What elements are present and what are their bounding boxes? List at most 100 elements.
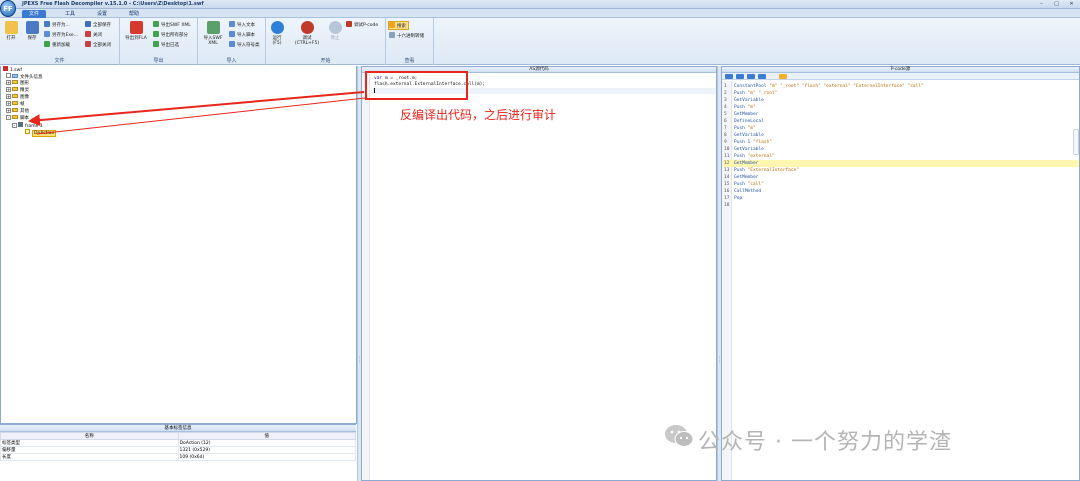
table-cell: 1321 (0x529) [177,446,356,454]
close-all-button[interactable]: 全部关闭 [85,41,111,50]
pcode-toolbar [722,73,1079,80]
folder-icon [12,80,18,84]
expand-toggle-icon[interactable] [6,73,11,78]
bug-icon [300,21,314,34]
debug-pcode-label: 调试P-code [354,23,379,28]
import-script-icon [229,31,235,37]
debug-pcode-icon [346,21,352,27]
ribbon-toolbar: 打开 保存 另存为... 另存为Exe... 重新加载 全部保存 关闭 全部关闭… [0,18,1080,65]
hex-dump-button[interactable]: 十六进制转储 [389,32,424,41]
save-all-label: 全部保存 [93,23,111,28]
tree-item-shapes[interactable]: + 图形 [6,80,29,86]
save-as-exe-label: 另存为Exe... [52,33,78,38]
tab-file[interactable]: 文件 [22,10,47,18]
search-button[interactable]: 搜索 [388,21,409,30]
pcode-flow-icon[interactable] [758,74,766,79]
pcode-line-number: 17 [724,196,730,201]
table-cell: 标签类型 [0,439,179,447]
save-all-button[interactable]: 全部保存 [85,21,111,30]
window-controls: – □ ✕ [1037,1,1076,7]
save-button[interactable]: 保存 [21,21,43,41]
export-selected-button[interactable]: 导出已选 [153,41,179,50]
pcode-line: Push "m" [734,105,756,110]
pcode-line-number: 12 [724,161,730,166]
expand-toggle-icon[interactable]: + [6,108,11,113]
pcode-line: Push 1 "flash" [734,140,772,145]
stop-label: 停止 [330,36,340,41]
pcode-view-icon[interactable] [725,74,733,79]
expand-toggle-icon[interactable]: + [6,80,11,85]
close-file-button[interactable]: 关闭 [85,31,102,40]
debug-button[interactable]: 调试 (CTRL+F5) [292,21,322,46]
group-label-import: 导入 [226,58,237,64]
table-row[interactable]: 长度 109 (0x6d) [0,453,356,461]
import-symbol-class-button[interactable]: 导入符号类 [229,41,260,50]
open-label: 打开 [6,36,16,41]
tab-help[interactable]: 帮助 [122,10,146,18]
group-label-export: 导出 [153,58,164,64]
play-icon [270,21,284,34]
table-row[interactable]: 标签类型 DoAction (12) [0,439,356,447]
pcode-panel: P-code源 1 ConstantPool "m" "_root" "flash… [721,66,1080,481]
export-swf-xml-label: 导出SWF XML [161,23,191,28]
pcode-line: ConstantPool "m" "_root" "flash" "extern… [734,84,924,89]
tree-item-doaction[interactable]: DoAction [25,129,57,137]
import-swf-xml-button[interactable]: 导入SWF XML [200,21,226,46]
minimize-button[interactable]: – [1037,1,1046,7]
tree-item-sprites[interactable]: + 精灵 [6,87,29,93]
export-all-label: 导出所有部分 [161,33,188,38]
expand-toggle-icon[interactable]: + [6,87,11,92]
debug-pcode-button[interactable]: 调试P-code [346,21,378,30]
collapse-toggle-icon[interactable]: - [12,123,17,128]
import-script-button[interactable]: 导入脚本 [229,31,255,40]
window-title: JPEXS Free Flash Decompiler v.15.1.0 - C… [22,1,204,7]
save-as-exe-button[interactable]: 另存为Exe... [44,31,78,40]
run-button[interactable]: 运行 (F5) [266,21,288,46]
annotation-text: 反编译出代码，之后进行审计 [400,108,557,122]
table-row[interactable]: 偏移量 1321 (0x529) [0,446,356,454]
maximize-button[interactable]: □ [1052,1,1061,7]
pcode-graph-icon[interactable] [736,74,744,79]
pcode-editor[interactable]: 1 ConstantPool "m" "_root" "flash" "exter… [722,81,1079,480]
export-all-button[interactable]: 导出所有部分 [153,31,188,40]
pcode-line: GetMember [734,112,759,117]
hex-dump-label: 十六进制转储 [397,34,424,39]
tab-tools[interactable]: 工具 [58,10,82,18]
as-code-editor[interactable]: var m = _root.m; flash.external.External… [362,74,716,480]
stop-button[interactable]: 停止 [324,21,346,41]
collapse-toggle-icon[interactable]: - [6,115,11,120]
import-swf-xml-label: 导入SWF XML [203,36,223,46]
export-swf-xml-button[interactable]: 导出SWF XML [153,21,191,30]
tree-item-scripts[interactable]: - 脚本 [6,115,29,121]
tree-item-label: 脚本 [20,116,29,121]
side-scroll-handle[interactable] [1073,129,1079,155]
tree-item-images[interactable]: + 图像 [6,94,29,100]
folder-icon [12,108,18,112]
export-fla-button[interactable]: 导出到FLA [122,21,150,41]
tree-item-header[interactable]: 文件头信息 [6,73,43,80]
close-all-icon [85,41,91,47]
title-bar: FF JPEXS Free Flash Decompiler v.15.1.0 … [0,0,1080,17]
pcode-line: Pop [734,196,743,201]
expand-toggle-icon[interactable]: + [6,101,11,106]
tab-settings[interactable]: 设置 [90,10,114,18]
table-cell: 偏移量 [0,446,179,454]
group-label-file: 文件 [54,58,65,64]
reload-button[interactable]: 重新加载 [44,41,70,50]
pcode-line-number: 5 [724,112,727,117]
pcode-edit-icon[interactable] [779,74,787,79]
import-text-button[interactable]: 导入文本 [229,21,255,30]
save-all-icon [85,21,91,27]
pcode-line-number: 11 [724,154,730,159]
close-button[interactable]: ✕ [1067,1,1076,7]
code-highlight-box [365,71,468,100]
tree-root-swf[interactable]: 1.swf [3,66,22,73]
tree-item-frame-1[interactable]: - frame 1 [12,122,43,129]
tree-item-frames[interactable]: + 帧 [6,101,25,107]
open-button[interactable]: 打开 [0,21,22,41]
expand-toggle-icon[interactable]: + [6,94,11,99]
pcode-hex-icon[interactable] [747,74,755,79]
header-icon [12,74,18,78]
tree-item-others[interactable]: + 其他 [6,108,29,114]
save-as-button[interactable]: 另存为... [44,21,70,30]
